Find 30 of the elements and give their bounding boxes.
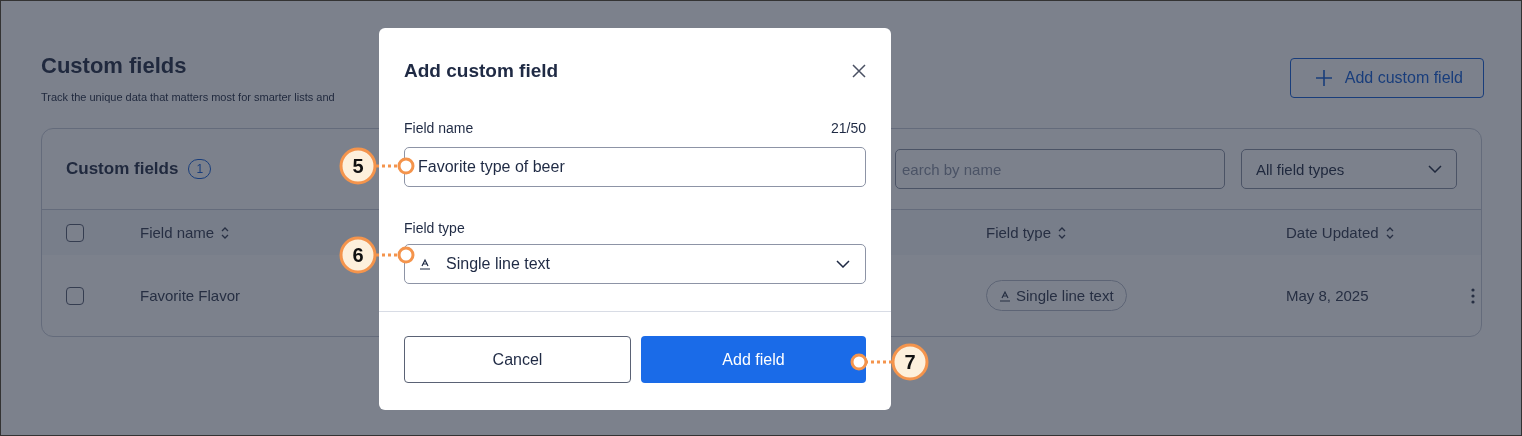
row-checkbox[interactable] — [66, 286, 84, 305]
field-label: Field name — [404, 120, 474, 136]
sort-icon[interactable] — [1384, 225, 1395, 240]
chevron-down-icon — [1428, 165, 1442, 173]
field-label: Field type — [404, 220, 465, 236]
page-title: Custom fields — [41, 53, 188, 79]
more-options-icon[interactable] — [1471, 287, 1475, 304]
cancel-button[interactable]: Cancel — [404, 336, 631, 383]
field-name-cell-text: Favorite Flavor — [140, 287, 242, 304]
dialog-title: Add custom field — [404, 60, 559, 82]
chevron-down-icon — [836, 260, 850, 268]
close-icon[interactable] — [852, 64, 866, 78]
field-type-filter[interactable]: All field types — [1241, 149, 1457, 189]
plus-icon — [1314, 69, 1333, 87]
column-header[interactable]: Field name — [140, 224, 215, 241]
add-field-button[interactable]: Add field — [641, 336, 866, 383]
add-custom-field-button[interactable]: Add custom field — [1289, 58, 1484, 98]
date-cell-text: May 8, 2025 — [1286, 287, 1370, 304]
column-header[interactable]: Field type — [986, 224, 1052, 241]
field-name-input[interactable]: Favorite type of beer — [404, 147, 866, 187]
sort-icon[interactable] — [220, 225, 231, 240]
sort-icon[interactable] — [1057, 225, 1068, 240]
page-subtitle: Track the unique data that matters most for smarter lists and — [41, 91, 335, 103]
text-type-icon — [999, 289, 1011, 302]
field-type-select[interactable]: Single line text — [404, 244, 866, 284]
character-counter: 21/50 — [830, 120, 866, 136]
card-title: Custom fields — [66, 159, 179, 179]
select-all-checkbox[interactable] — [66, 223, 84, 242]
column-header[interactable]: Date Updated — [1286, 224, 1379, 241]
text-type-icon — [419, 258, 431, 270]
